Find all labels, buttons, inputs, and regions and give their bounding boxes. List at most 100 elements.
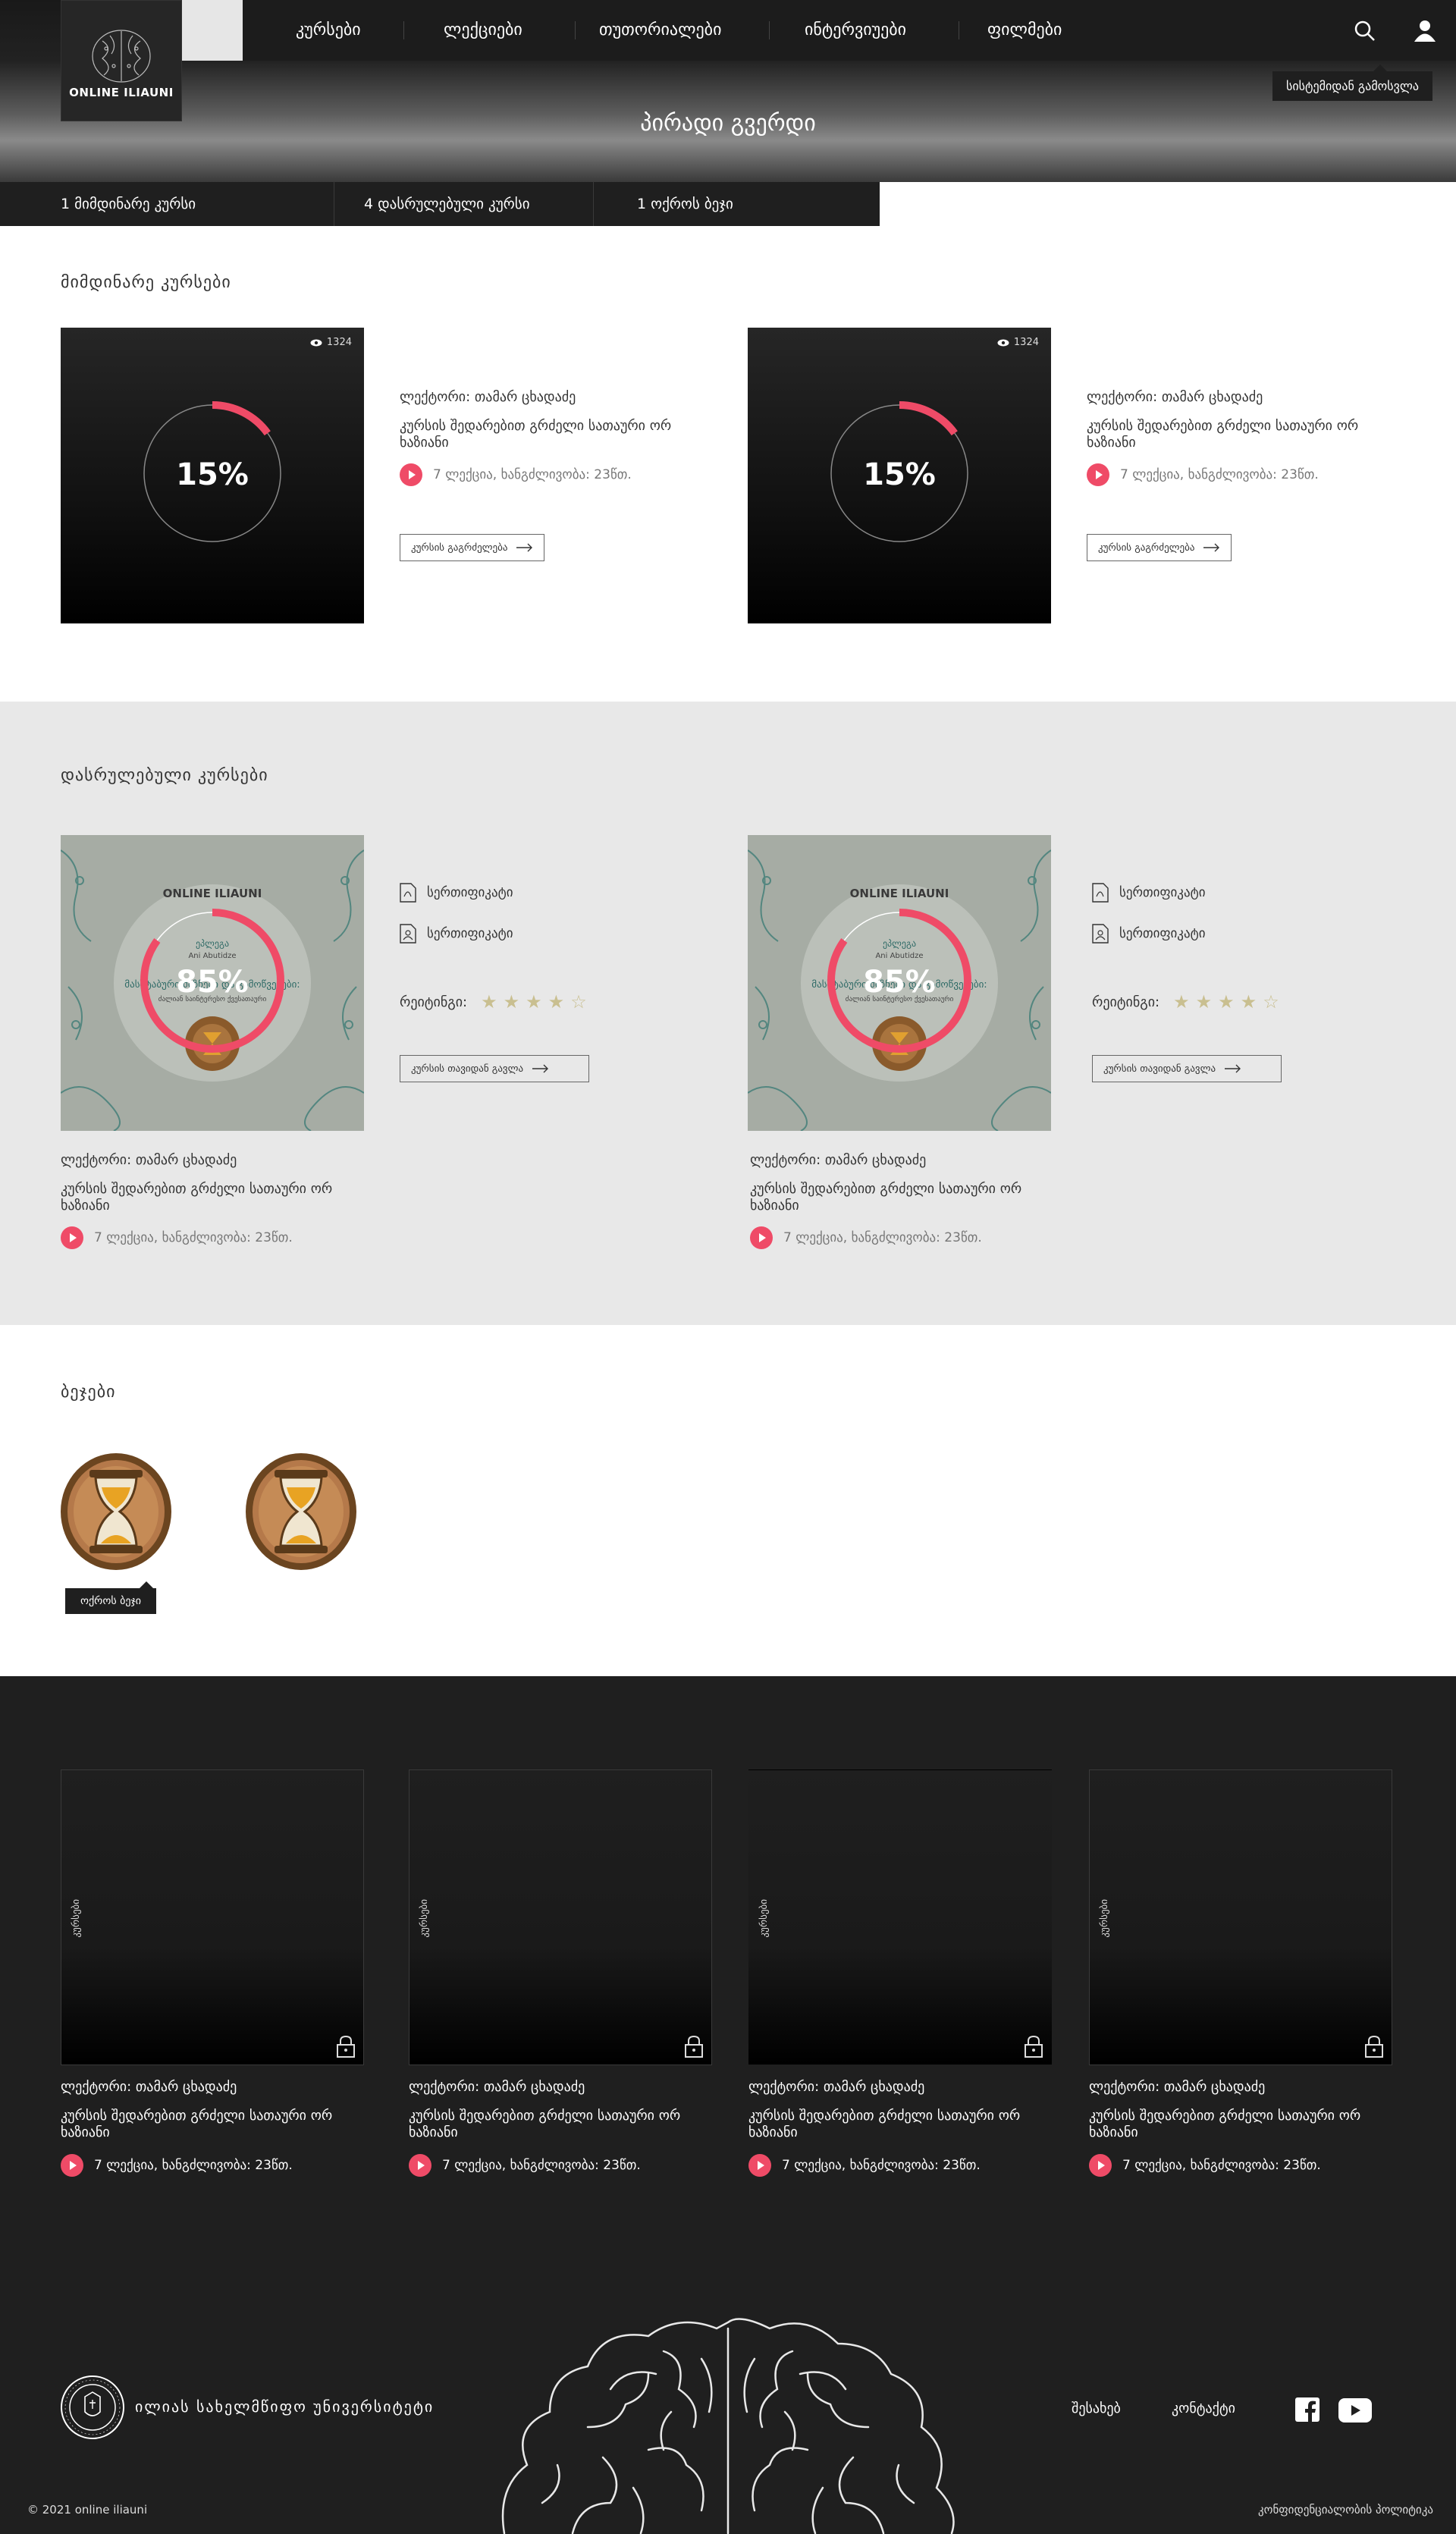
certificate-thumb[interactable]: ONLINE ILIAUNI ეპლეგა Ani Abutidze მასშტ… (61, 835, 364, 1131)
progress-label: 15% (176, 457, 249, 492)
youtube-icon[interactable] (1338, 2398, 1372, 2423)
play-icon[interactable] (61, 1226, 83, 1249)
arrow-right-icon (1203, 543, 1220, 552)
course-title[interactable]: კურსის შედარებით გრძელი სათაური ორ ხაზია… (61, 2108, 334, 2141)
star-icon[interactable]: ★ (481, 991, 497, 1013)
course-meta-text: 7 ლექცია, ხანგძლივობა: 23წთ. (782, 2158, 981, 2173)
nav-divider (403, 21, 404, 39)
nav-divider (769, 21, 770, 39)
site-logo[interactable]: ONLINE ILIAUNI (61, 0, 182, 121)
locked-course-card[interactable]: კურსები (61, 1769, 364, 2065)
course-title[interactable]: კურსის შედარებით გრძელი სათაური ორ ხაზია… (409, 2108, 682, 2141)
current-courses-title: მიმდინარე კურსები (61, 273, 231, 292)
certificate-link[interactable]: სერთიფიკატი (1092, 883, 1206, 903)
nav-lectures[interactable]: ლექციები (444, 0, 522, 61)
vertical-category-label: კურსები (1099, 1899, 1110, 1938)
course-title[interactable]: კურსის შედარებით გრძელი სათაური ორ ხაზია… (1087, 418, 1360, 451)
certificate-link[interactable]: სერთიფიკატი (1092, 924, 1206, 944)
star-icon[interactable]: ★ (504, 991, 520, 1013)
hourglass-badge-icon[interactable] (244, 1451, 358, 1572)
lock-icon (1365, 2035, 1383, 2058)
facebook-icon[interactable] (1295, 2397, 1320, 2422)
star-icon[interactable]: ★ (1241, 991, 1257, 1013)
locked-course-card[interactable]: კურსები (748, 1769, 1052, 2065)
document-person-icon (1092, 924, 1109, 944)
privacy-policy-link[interactable]: კონფიდენციალობის პოლიტიკა (1258, 2503, 1433, 2517)
course-meta: 7 ლექცია, ხანგძლივობა: 23წთ. (409, 2154, 641, 2177)
locked-course-card[interactable]: კურსები (409, 1769, 712, 2065)
course-title[interactable]: კურსის შედარებით გრძელი სათაური ორ ხაზია… (400, 418, 673, 451)
course-meta-text: 7 ლექცია, ხანგძლივობა: 23წთ. (433, 467, 632, 482)
user-icon[interactable] (1412, 18, 1438, 42)
hourglass-badge-icon[interactable] (59, 1451, 173, 1572)
star-icon[interactable]: ★ (1173, 991, 1190, 1013)
footer-about-link[interactable]: შესახებ (1072, 2401, 1121, 2416)
vertical-category-label: კურსები (758, 1899, 770, 1938)
play-icon[interactable] (1089, 2154, 1112, 2177)
continue-course-button[interactable]: კურსის გაგრძელება (400, 534, 545, 561)
locked-course-card[interactable]: კურსები (1089, 1769, 1392, 2065)
rating-stars[interactable]: ★ ★ ★ ★ ☆ (481, 991, 587, 1013)
badge-tooltip: ოქროს ბეჯი (65, 1581, 157, 1614)
certificate-label: სერთიფიკატი (1119, 926, 1206, 941)
course-meta: 7 ლექცია, ხანგძლივობა: 23წთ. (748, 2154, 981, 2177)
university-seal-icon (61, 2375, 124, 2439)
lecturer-name: ლექტორი: თამარ ცხადაძე (400, 389, 576, 405)
certificate-label: სერთიფიკატი (427, 926, 513, 941)
nav-films[interactable]: ფილმები (987, 0, 1062, 61)
current-course-thumb[interactable]: 1324 15% (748, 328, 1051, 623)
certificate-label: სერთიფიკატი (427, 885, 513, 900)
stat-current[interactable]: 1 მიმდინარე კურსი (61, 182, 196, 226)
star-icon[interactable]: ☆ (570, 991, 587, 1013)
course-title[interactable]: კურსის შედარებით გრძელი სათაური ორ ხაზია… (750, 1181, 1023, 1214)
rating-label: რეიტინგი: (1092, 994, 1160, 1010)
course-meta-text: 7 ლექცია, ხანგძლივობა: 23წთ. (94, 1230, 293, 1245)
vertical-category-label: კურსები (71, 1899, 82, 1938)
star-icon[interactable]: ★ (526, 991, 542, 1013)
stat-badges[interactable]: 1 ოქროს ბეჯი (637, 182, 733, 226)
lecturer-name: ლექტორი: თამარ ცხადაძე (748, 2079, 925, 2095)
logout-tooltip[interactable]: სისტემიდან გამოსვლა (1272, 64, 1432, 101)
course-title[interactable]: კურსის შედარებით გრძელი სათაური ორ ხაზია… (1089, 2108, 1362, 2141)
lock-icon (337, 2035, 355, 2058)
play-icon[interactable] (61, 2154, 83, 2177)
stats-bar: 1 მიმდინარე კურსი 4 დასრულებული კურსი 1 … (0, 182, 880, 226)
nav-interviews[interactable]: ინტერვიუები (805, 0, 906, 61)
play-icon[interactable] (1087, 463, 1109, 486)
stat-finished[interactable]: 4 დასრულებული კურსი (364, 182, 530, 226)
progress-ring: 85% (827, 909, 971, 1053)
main-nav: კურსები ლექციები თუთორიალები ინტერვიუები… (243, 0, 1456, 61)
nav-courses[interactable]: კურსები (296, 0, 361, 61)
star-icon[interactable]: ★ (548, 991, 565, 1013)
play-icon[interactable] (409, 2154, 431, 2177)
search-icon[interactable] (1354, 20, 1376, 42)
progress-label: 85% (863, 965, 936, 1000)
nav-tutorials[interactable]: თუთორიალები (599, 0, 721, 61)
badges-title: ბეჯები (61, 1383, 116, 1402)
course-meta-text: 7 ლექცია, ხანგძლივობა: 23წთ. (1120, 467, 1319, 482)
star-icon[interactable]: ★ (1218, 991, 1235, 1013)
play-icon[interactable] (750, 1226, 773, 1249)
stat-divider (593, 182, 594, 226)
continue-course-label: კურსის გაგრძელება (411, 542, 508, 554)
course-title[interactable]: კურსის შედარებით გრძელი სათაური ორ ხაზია… (748, 2108, 1021, 2141)
course-title[interactable]: კურსის შედარებით გრძელი სათაური ორ ხაზია… (61, 1181, 334, 1214)
university-name[interactable]: ილიას სახელმწიფო უნივერსიტეტი (135, 2397, 434, 2416)
rating-stars[interactable]: ★ ★ ★ ★ ☆ (1173, 991, 1279, 1013)
play-icon[interactable] (400, 463, 422, 486)
continue-course-button[interactable]: კურსის გაგრძელება (1087, 534, 1232, 561)
play-icon[interactable] (748, 2154, 771, 2177)
header-accent-block (182, 0, 243, 61)
star-icon[interactable]: ☆ (1263, 991, 1279, 1013)
rating-label: რეიტინგი: (400, 994, 468, 1010)
footer-contact-link[interactable]: კონტაქტი (1172, 2401, 1235, 2416)
rating: რეიტინგი: ★ ★ ★ ★ ☆ (1092, 991, 1279, 1013)
retake-course-button[interactable]: კურსის თავიდან გავლა (1092, 1055, 1282, 1082)
certificate-link[interactable]: სერთიფიკატი (400, 883, 513, 903)
certificate-link[interactable]: სერთიფიკატი (400, 924, 513, 944)
course-meta: 7 ლექცია, ხანგძლივობა: 23წთ. (1089, 2154, 1321, 2177)
retake-course-button[interactable]: კურსის თავიდან გავლა (400, 1055, 589, 1082)
current-course-thumb[interactable]: 1324 15% (61, 328, 364, 623)
certificate-thumb[interactable]: ONLINE ILIAUNI ეპლეგა Ani Abutidze მასშტ… (748, 835, 1051, 1131)
star-icon[interactable]: ★ (1196, 991, 1213, 1013)
